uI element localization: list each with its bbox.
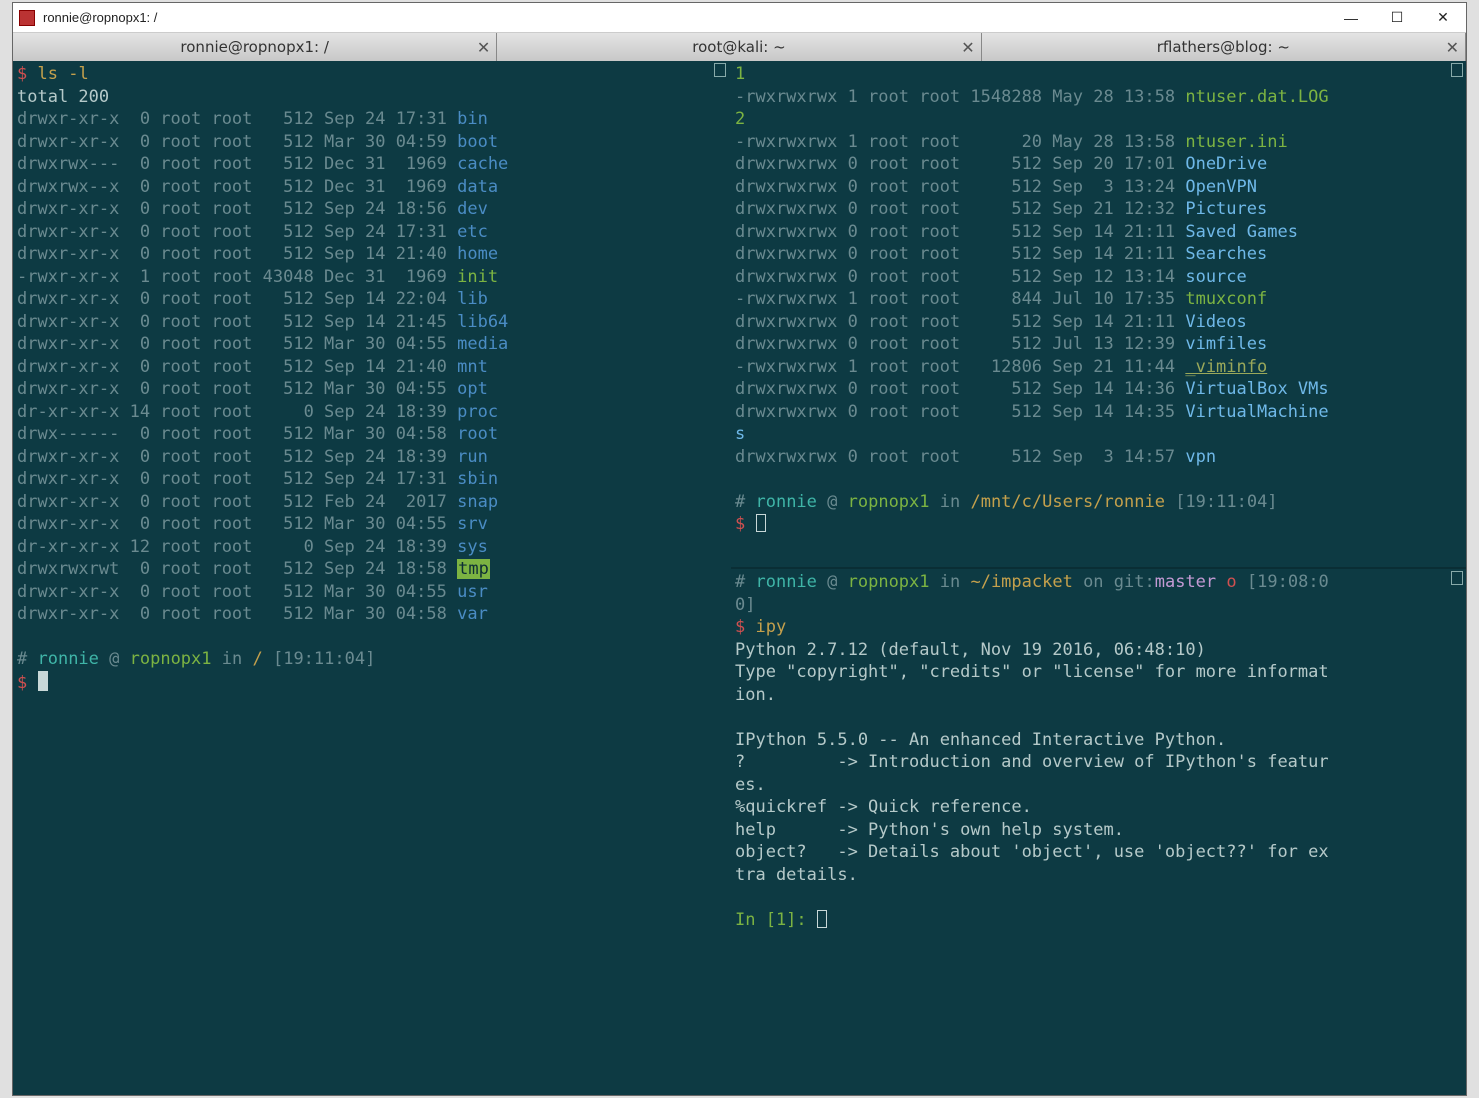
window-title: ronnie@ropnopx1: / — [43, 10, 157, 25]
pane-left[interactable]: $ ls -ltotal 200drwxr-xr-x 0 root root 5… — [13, 61, 731, 1095]
tab-close-icon[interactable]: ✕ — [961, 38, 974, 57]
terminal-right-bottom[interactable]: # ronnie @ ropnopx1 in ~/impacket on git… — [731, 569, 1466, 1095]
tab-close-icon[interactable]: ✕ — [1446, 38, 1459, 57]
tabbar: ronnie@ropnopx1: / ✕ root@kali: ~ ✕ rflath… — [13, 33, 1466, 61]
tmux-panes: $ ls -ltotal 200drwxr-xr-x 0 root root 5… — [13, 61, 1466, 1095]
scrollbar[interactable] — [711, 61, 729, 1095]
scroll-up-icon[interactable] — [714, 63, 726, 77]
minimize-button[interactable]: — — [1328, 3, 1374, 32]
titlebar[interactable]: ronnie@ropnopx1: / — ☐ ✕ — [13, 3, 1466, 33]
client-area: ronnie@ropnopx1: / ✕ root@kali: ~ ✕ rflath… — [13, 33, 1466, 1095]
terminal-left[interactable]: $ ls -ltotal 200drwxr-xr-x 0 root root 5… — [13, 61, 729, 1095]
app-icon — [19, 10, 35, 26]
window-controls: — ☐ ✕ — [1328, 3, 1466, 32]
scroll-up-icon[interactable] — [1451, 571, 1463, 585]
maximize-button[interactable]: ☐ — [1374, 3, 1420, 32]
pane-right-top[interactable]: 1-rwxrwxrwx 1 root root 1548288 May 28 1… — [731, 61, 1466, 569]
tab-label: root@kali: ~ — [692, 38, 785, 56]
scrollbar[interactable] — [1448, 569, 1466, 1095]
scroll-up-icon[interactable] — [1451, 63, 1463, 77]
pane-right-column: 1-rwxrwxrwx 1 root root 1548288 May 28 1… — [731, 61, 1466, 1095]
terminal-right-top[interactable]: 1-rwxrwxrwx 1 root root 1548288 May 28 1… — [731, 61, 1466, 567]
tab-label: ronnie@ropnopx1: / — [180, 38, 328, 56]
scrollbar[interactable] — [1448, 61, 1466, 567]
tab-1[interactable]: ronnie@ropnopx1: / ✕ — [13, 33, 497, 61]
close-button[interactable]: ✕ — [1420, 3, 1466, 32]
app-window: ronnie@ropnopx1: / — ☐ ✕ ronnie@ropnopx1… — [12, 2, 1467, 1096]
pane-right-bottom[interactable]: # ronnie @ ropnopx1 in ~/impacket on git… — [731, 569, 1466, 1095]
tab-label: rflathers@blog: ~ — [1157, 38, 1290, 56]
tab-close-icon[interactable]: ✕ — [477, 38, 490, 57]
tab-2[interactable]: root@kali: ~ ✕ — [497, 33, 981, 61]
tab-3[interactable]: rflathers@blog: ~ ✕ — [982, 33, 1466, 61]
